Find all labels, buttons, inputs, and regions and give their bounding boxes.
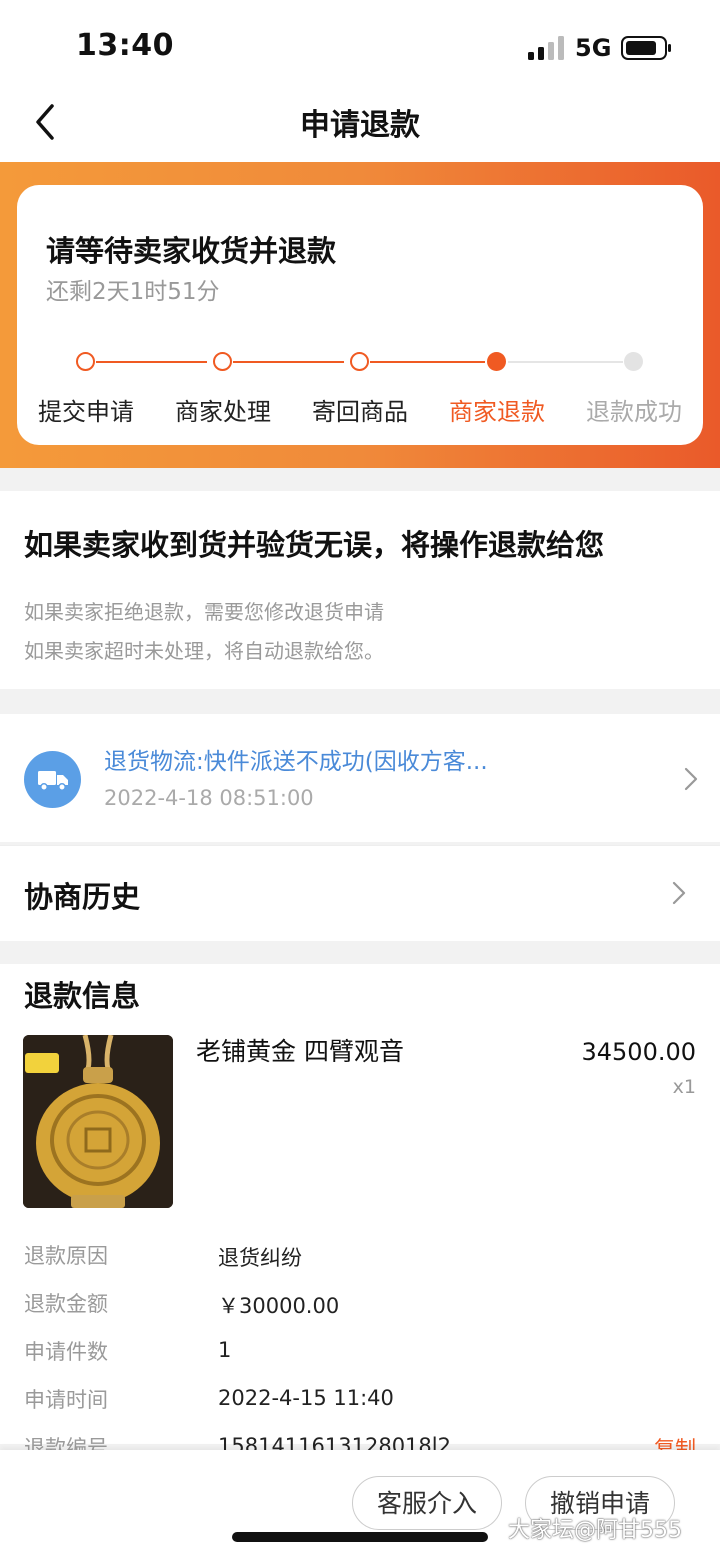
- step-label-refund-success: 退款成功: [586, 398, 682, 426]
- truck-icon: [24, 751, 81, 808]
- chevron-right-icon[interactable]: [684, 767, 698, 791]
- step-dot-return-goods: [350, 352, 369, 371]
- refund-amount-value: ￥30000.00: [218, 1294, 340, 1318]
- apply-time-value: 2022-4-15 11:40: [218, 1386, 394, 1410]
- step-dot-submit: [76, 352, 95, 371]
- step-connector: [508, 361, 623, 363]
- item-count-value: 1: [218, 1338, 232, 1362]
- status-time: 13:40: [76, 28, 174, 63]
- step-dot-merchant-process: [213, 352, 232, 371]
- notice-line-reject: 如果卖家拒绝退款，需要您修改退货申请: [24, 600, 384, 624]
- watermark: 大家坛@阿甘555: [508, 1518, 682, 1543]
- notice-title: 如果卖家收到货并验货无误，将操作退款给您: [24, 528, 605, 562]
- product-price: 34500.00: [581, 1038, 696, 1066]
- refund-reason-label: 退款原因: [24, 1244, 108, 1268]
- signal-icon: [528, 36, 564, 60]
- step-dot-refund-success: [624, 352, 643, 371]
- battery-icon: [621, 36, 671, 60]
- product-name[interactable]: 老铺黄金 四臂观音: [196, 1032, 404, 1068]
- step-connector: [96, 361, 207, 363]
- refund-info-title: 退款信息: [24, 979, 141, 1013]
- step-label-merchant-process: 商家处理: [175, 398, 271, 426]
- step-connector: [233, 361, 344, 363]
- chevron-right-icon[interactable]: [672, 881, 686, 905]
- apply-time-label: 申请时间: [24, 1388, 108, 1412]
- progress-title: 请等待卖家收货并退款: [46, 234, 337, 268]
- product-thumbnail[interactable]: [23, 1035, 173, 1208]
- step-connector: [370, 361, 485, 363]
- logistics-time: 2022-4-18 08:51:00: [104, 786, 314, 810]
- page-title: 申请退款: [300, 108, 420, 143]
- history-title[interactable]: 协商历史: [24, 874, 140, 916]
- network-label: 5G: [575, 34, 612, 62]
- logistics-status[interactable]: 退货物流:快件派送不成功(因收方客...: [104, 742, 544, 776]
- step-label-submit: 提交申请: [38, 398, 134, 426]
- refund-amount-label: 退款金额: [24, 1292, 108, 1316]
- customer-service-button[interactable]: 客服介入: [352, 1476, 502, 1530]
- refund-reason-value: 退货纠纷: [218, 1246, 302, 1270]
- item-count-label: 申请件数: [24, 1340, 108, 1364]
- home-indicator: [232, 1532, 488, 1542]
- countdown-text: 还剩2天1时51分: [46, 279, 220, 305]
- step-dot-merchant-refund: [487, 352, 506, 371]
- product-quantity: x1: [672, 1076, 696, 1098]
- notice-line-timeout: 如果卖家超时未处理，将自动退款给您。: [24, 639, 384, 663]
- step-label-return-goods: 寄回商品: [312, 398, 408, 426]
- logistics-row[interactable]: [0, 714, 720, 842]
- step-label-merchant-refund: 商家退款: [449, 398, 545, 426]
